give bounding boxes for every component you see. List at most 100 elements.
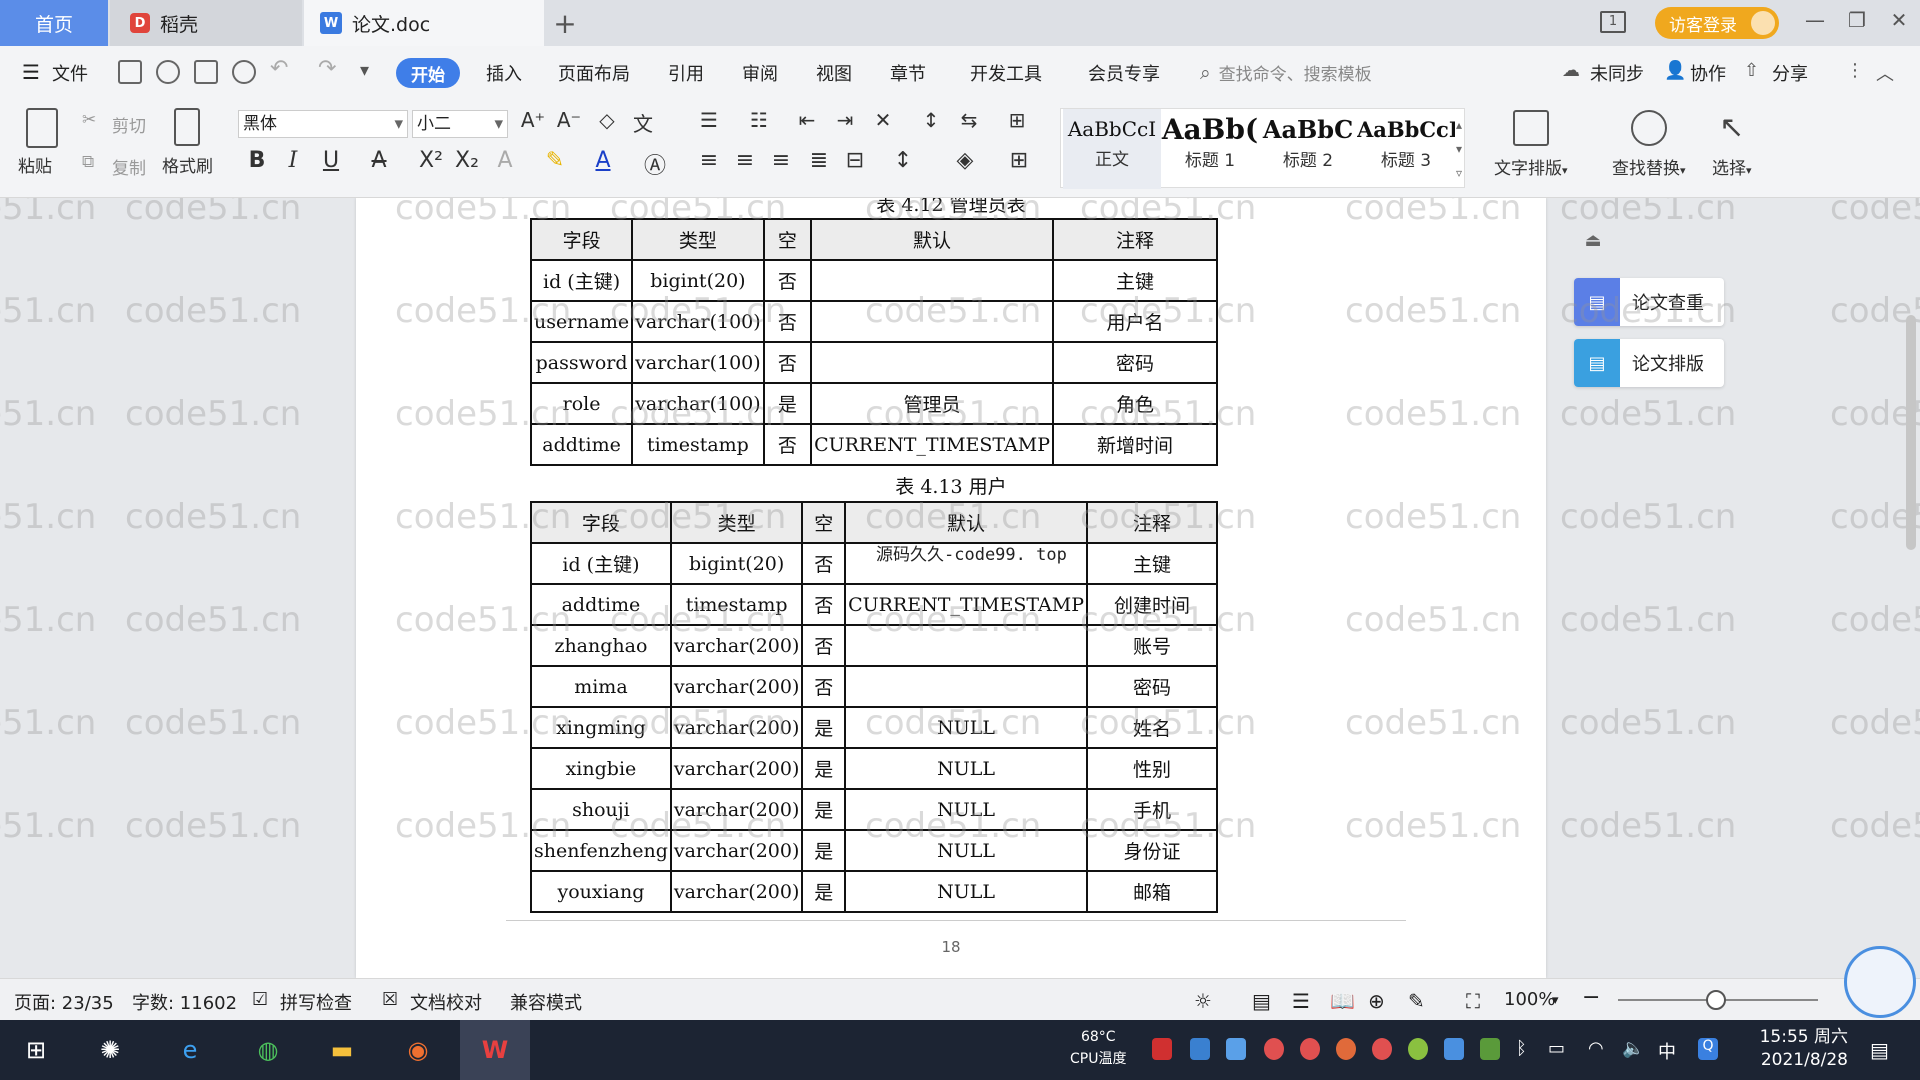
word-count[interactable]: 字数: 11602: [132, 989, 237, 1015]
text-effect-icon[interactable]: A: [490, 148, 520, 173]
write-mode-icon[interactable]: ✎: [1408, 989, 1425, 1013]
menu-dev-tools[interactable]: 开发工具: [970, 60, 1042, 86]
assistant-bubble-icon[interactable]: [1844, 946, 1916, 1018]
line-spacing-icon[interactable]: ↕: [888, 148, 918, 173]
copy-icon[interactable]: ⧉: [82, 152, 94, 172]
collab-icon[interactable]: 👤: [1664, 60, 1686, 81]
web-view-icon[interactable]: ⊕: [1368, 989, 1385, 1013]
redo-icon[interactable]: ↷: [318, 56, 336, 81]
print-preview-icon[interactable]: [232, 60, 256, 84]
indent-icon[interactable]: ⇥: [830, 108, 860, 132]
hamburger-icon[interactable]: ☰: [22, 60, 40, 84]
scrollbar-thumb[interactable]: [1906, 315, 1916, 550]
chinese-layout-icon[interactable]: ✕: [868, 108, 898, 132]
menu-member[interactable]: 会员专享: [1088, 60, 1160, 86]
menu-start[interactable]: 开始: [396, 58, 460, 88]
tray-app-icon[interactable]: [1264, 1038, 1284, 1060]
copy-button[interactable]: 复制: [112, 154, 146, 179]
volume-icon[interactable]: 🔈: [1622, 1038, 1644, 1060]
align-left-icon[interactable]: ≡: [694, 148, 724, 173]
page-indicator[interactable]: 页面: 23/35: [14, 989, 114, 1015]
format-painter-button[interactable]: 格式刷: [162, 152, 213, 177]
wifi-icon[interactable]: ◠: [1588, 1038, 1608, 1060]
shading-icon[interactable]: ◈: [950, 148, 980, 173]
menu-chapter[interactable]: 章节: [890, 60, 926, 86]
style-heading-2[interactable]: AaBbC 标题 2: [1259, 109, 1357, 189]
doc-proof-button[interactable]: 文档校对: [410, 989, 482, 1015]
cpu-temperature[interactable]: 68°C CPU温度: [1070, 1026, 1126, 1070]
tray-nvidia-icon[interactable]: [1480, 1038, 1500, 1060]
text-layout-button[interactable]: 文字排版▾: [1494, 110, 1568, 179]
bold-icon[interactable]: B: [242, 148, 272, 173]
more-icon[interactable]: ⋮: [1846, 60, 1864, 81]
green-browser-icon[interactable]: ◍: [248, 1030, 288, 1070]
borders-icon[interactable]: ⊞: [1004, 148, 1034, 173]
char-border-icon[interactable]: Ⓐ: [640, 148, 670, 180]
tray-app-icon[interactable]: [1300, 1038, 1320, 1060]
menu-page-layout[interactable]: 页面布局: [558, 60, 630, 86]
style-heading-1[interactable]: AaBb( 标题 1: [1161, 109, 1259, 189]
spell-check-icon[interactable]: ☑: [252, 989, 268, 1010]
menu-references[interactable]: 引用: [668, 60, 704, 86]
share-icon[interactable]: ⇧: [1744, 60, 1759, 81]
wps-writer-icon[interactable]: W: [460, 1020, 530, 1080]
show-marks-icon[interactable]: ⇆: [954, 108, 984, 132]
style-heading-3[interactable]: AaBbCcI 标题 3: [1357, 109, 1455, 189]
ie-browser-icon[interactable]: e: [170, 1030, 210, 1070]
document-page[interactable]: 表 4.12 管理员表 字段 类型 空 默认 注释 id (主键) bigint(…: [356, 198, 1546, 978]
layout-switch-icon[interactable]: 1: [1600, 11, 1626, 33]
select-button[interactable]: ↖ 选择▾: [1712, 110, 1752, 179]
outdent-icon[interactable]: ⇤: [792, 108, 822, 132]
zoom-out-icon[interactable]: −: [1582, 985, 1600, 1010]
strikethrough-icon[interactable]: A: [364, 148, 394, 173]
tab-daoke[interactable]: D 稻壳: [110, 0, 302, 46]
undo-history-icon[interactable]: [156, 60, 180, 84]
share-button[interactable]: 分享: [1772, 60, 1808, 86]
eye-protect-icon[interactable]: ☼: [1194, 989, 1212, 1013]
zoom-level[interactable]: 100%: [1504, 989, 1555, 1010]
cut-button[interactable]: 剪切: [112, 112, 146, 137]
clear-format-icon[interactable]: ◇: [592, 108, 622, 132]
sync-status[interactable]: 未同步: [1590, 60, 1644, 86]
scissors-icon[interactable]: ✂: [82, 110, 96, 130]
shrink-font-icon[interactable]: A⁻: [554, 108, 584, 132]
paper-layout-button[interactable]: ▤ 论文排版: [1574, 339, 1724, 387]
collapse-ribbon-icon[interactable]: ︿: [1876, 60, 1894, 86]
format-painter-icon[interactable]: [174, 108, 200, 146]
tray-app-icon[interactable]: [1444, 1038, 1464, 1060]
grow-font-icon[interactable]: A⁺: [518, 108, 548, 132]
print-icon[interactable]: [194, 60, 218, 84]
phonetic-icon[interactable]: 文: [628, 108, 658, 137]
distribute-icon[interactable]: ⊟: [840, 148, 870, 173]
menu-view[interactable]: 视图: [816, 60, 852, 86]
tray-app-icon[interactable]: [1372, 1038, 1392, 1060]
menu-insert[interactable]: 插入: [486, 60, 522, 86]
font-family-select[interactable]: 黑体 ▾: [238, 110, 408, 138]
battery-icon[interactable]: ▭: [1548, 1038, 1568, 1060]
italic-icon[interactable]: I: [278, 148, 308, 173]
paste-icon[interactable]: [26, 108, 58, 148]
cloud-sync-icon[interactable]: ☁: [1562, 60, 1580, 81]
font-color-icon[interactable]: A: [588, 148, 618, 173]
save-icon[interactable]: [118, 60, 142, 84]
fan-app-icon[interactable]: ✺: [90, 1030, 130, 1070]
minimize-icon[interactable]: —: [1800, 8, 1830, 32]
page-view-icon[interactable]: ▤: [1252, 989, 1271, 1013]
tray-app-icon[interactable]: [1190, 1038, 1210, 1060]
search-tray-icon[interactable]: Q: [1698, 1038, 1718, 1060]
number-list-icon[interactable]: ☷: [744, 108, 774, 132]
reading-view-icon[interactable]: 📖: [1330, 989, 1355, 1013]
fit-page-icon[interactable]: ⛶: [1466, 989, 1480, 1013]
document-workspace[interactable]: 表 4.12 管理员表 字段 类型 空 默认 注释 id (主键) bigint(…: [0, 198, 1920, 978]
tab-document[interactable]: W 论文.doc: [304, 0, 544, 46]
game-app-icon[interactable]: ◉: [398, 1030, 438, 1070]
menu-file[interactable]: 文件: [52, 60, 88, 86]
style-scroll-icon[interactable]: ▴ ▾ ▿: [1456, 113, 1462, 185]
file-explorer-icon[interactable]: ▬: [322, 1030, 362, 1070]
restore-icon[interactable]: ❐: [1842, 8, 1872, 32]
justify-icon[interactable]: ≣: [804, 148, 834, 173]
tray-app-icon[interactable]: [1152, 1038, 1172, 1060]
notification-icon[interactable]: ▤: [1870, 1038, 1890, 1062]
quick-access-dropdown-icon[interactable]: ▾: [360, 60, 369, 81]
subscript-icon[interactable]: X₂: [452, 148, 482, 173]
